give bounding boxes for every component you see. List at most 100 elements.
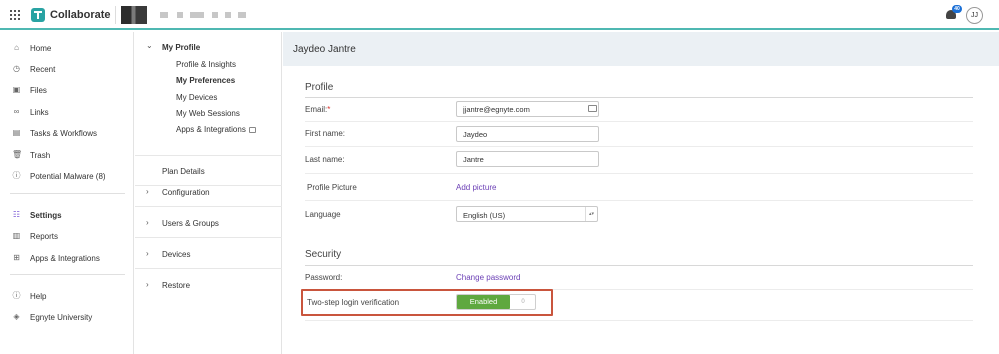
university-icon: ◈ <box>13 312 20 321</box>
first-name-label: First name: <box>305 129 346 138</box>
notifications-bell-icon[interactable]: 40 <box>946 5 962 20</box>
main-content: Jaydeo Jantre Profile Email:* First name… <box>283 32 999 354</box>
app-name: Collaborate <box>50 9 111 21</box>
collaborate-logo-icon <box>31 8 45 22</box>
last-name-field[interactable] <box>456 151 599 167</box>
sidebar-item-reports[interactable]: ▥ Reports <box>0 227 134 245</box>
sidebar-item-label: Egnyte University <box>30 313 93 322</box>
toggle-enabled-label: Enabled <box>457 295 510 309</box>
language-selected-value: English (US) <box>463 211 506 220</box>
redacted-company-name <box>177 12 183 18</box>
subnav-item-label: Restore <box>162 281 191 290</box>
chevron-right-icon: › <box>146 280 149 289</box>
sidebar-item-trash[interactable]: 🗑 Trash <box>0 146 134 164</box>
sidebar-item-label: Files <box>30 86 47 95</box>
link-icon: ∞ <box>13 107 20 116</box>
subnav-item-label: Users & Groups <box>162 219 219 228</box>
sidebar-item-apps-integrations[interactable]: ⊞ Apps & Integrations <box>0 249 134 267</box>
first-name-field[interactable] <box>456 126 599 142</box>
chevron-right-icon: › <box>146 218 149 227</box>
sidebar-item-label: Settings <box>30 211 62 220</box>
security-section-heading: Security <box>305 249 342 260</box>
chevron-down-icon[interactable]: ⌄ <box>146 41 153 50</box>
company-logo <box>121 6 147 24</box>
app-launcher-grid-icon[interactable] <box>10 10 20 20</box>
email-label: Email:* <box>305 105 330 114</box>
password-label: Password: <box>305 273 343 282</box>
my-profile-heading[interactable]: My Profile <box>162 43 200 52</box>
chevron-right-icon: › <box>146 249 149 258</box>
email-label-text: Email: <box>305 105 328 114</box>
subnav-users-groups[interactable]: › Users & Groups <box>135 208 282 238</box>
sidebar-item-recent[interactable]: ◷ Recent <box>0 60 134 78</box>
sidebar-item-label: Links <box>30 108 49 117</box>
subnav-item-apps-integrations[interactable]: Apps & Integrations <box>176 125 256 134</box>
two-step-toggle[interactable]: Enabled 0 <box>456 294 536 310</box>
home-icon: ⌂ <box>14 43 19 52</box>
sidebar-item-links[interactable]: ∞ Links <box>0 103 134 121</box>
brand-divider <box>115 6 116 24</box>
redacted-company-name <box>225 12 231 18</box>
page-title: Jaydeo Jantre <box>293 44 356 55</box>
sidebar-item-label: Help <box>30 292 47 301</box>
required-marker: * <box>327 105 331 114</box>
language-select[interactable]: English (US) ▴▾ <box>456 206 598 222</box>
sidebar-item-home[interactable]: ⌂ Home <box>0 39 134 57</box>
help-icon: ⓘ <box>12 291 21 300</box>
select-caret-icon: ▴▾ <box>585 207 597 221</box>
sidebar-divider <box>10 193 125 194</box>
subnav-item-label: Devices <box>162 250 191 259</box>
toggle-off-label: 0 <box>521 299 525 305</box>
add-picture-link[interactable]: Add picture <box>456 183 496 192</box>
subnav-configuration[interactable]: › Configuration <box>135 177 282 207</box>
contact-card-icon[interactable] <box>588 105 597 112</box>
subnav-item-my-preferences[interactable]: My Preferences <box>176 76 235 85</box>
user-avatar[interactable]: JJ <box>966 7 983 24</box>
change-password-link[interactable]: Change password <box>456 273 520 282</box>
redacted-company-name <box>190 12 204 18</box>
settings-subnav: ⌄ My Profile Profile & Insights My Prefe… <box>135 32 282 354</box>
chevron-right-icon: › <box>146 187 149 196</box>
email-field[interactable] <box>456 101 599 117</box>
sidebar-item-settings[interactable]: ☷ Settings <box>0 206 134 224</box>
subnav-item-label: Apps & Integrations <box>176 125 246 134</box>
subnav-item-profile-insights[interactable]: Profile & Insights <box>176 60 236 69</box>
sidebar-item-help[interactable]: ⓘ Help <box>0 287 134 305</box>
redacted-company-name <box>160 12 168 18</box>
warning-icon: ⓘ <box>12 171 21 180</box>
subnav-devices[interactable]: › Devices <box>135 239 282 269</box>
top-bar: Collaborate 40 JJ <box>0 0 999 30</box>
sidebar-item-label: Apps & Integrations <box>30 254 100 263</box>
external-link-icon <box>248 126 256 133</box>
profile-section-heading: Profile <box>305 82 334 93</box>
main-sidebar: ⌂ Home ◷ Recent ▣ Files ∞ Links ▤ Tasks … <box>0 32 134 354</box>
sidebar-item-files[interactable]: ▣ Files <box>0 81 134 99</box>
report-icon: ▥ <box>12 231 21 240</box>
clock-icon: ◷ <box>13 64 20 73</box>
subnav-item-my-web-sessions[interactable]: My Web Sessions <box>176 109 240 118</box>
subnav-restore[interactable]: › Restore <box>135 270 282 300</box>
sidebar-item-label: Recent <box>30 65 56 74</box>
sidebar-item-tasks-workflows[interactable]: ▤ Tasks & Workflows <box>0 124 134 142</box>
subnav-item-label: Plan Details <box>162 167 205 176</box>
sidebar-item-potential-malware[interactable]: ⓘ Potential Malware (8) <box>0 167 134 185</box>
profile-picture-label: Profile Picture <box>307 183 357 192</box>
subnav-item-my-devices[interactable]: My Devices <box>176 93 217 102</box>
section-divider <box>305 265 973 266</box>
subnav-item-label: Configuration <box>162 188 210 197</box>
two-step-label: Two-step login verification <box>307 298 400 307</box>
sidebar-item-label: Reports <box>30 232 59 241</box>
settings-icon: ☷ <box>12 210 21 219</box>
sidebar-item-label: Potential Malware (8) <box>30 172 106 181</box>
sidebar-item-label: Tasks & Workflows <box>30 129 97 138</box>
redacted-company-name <box>212 12 218 18</box>
file-icon: ▣ <box>12 85 21 94</box>
my-profile-section: ⌄ My Profile Profile & Insights My Prefe… <box>135 32 282 156</box>
apps-icon: ⊞ <box>13 253 20 262</box>
sidebar-item-label: Home <box>30 44 52 53</box>
row-divider <box>305 121 973 122</box>
row-divider <box>305 146 973 147</box>
last-name-label: Last name: <box>305 155 345 164</box>
sidebar-item-label: Trash <box>30 151 51 160</box>
sidebar-item-egnyte-university[interactable]: ◈ Egnyte University <box>0 308 134 326</box>
